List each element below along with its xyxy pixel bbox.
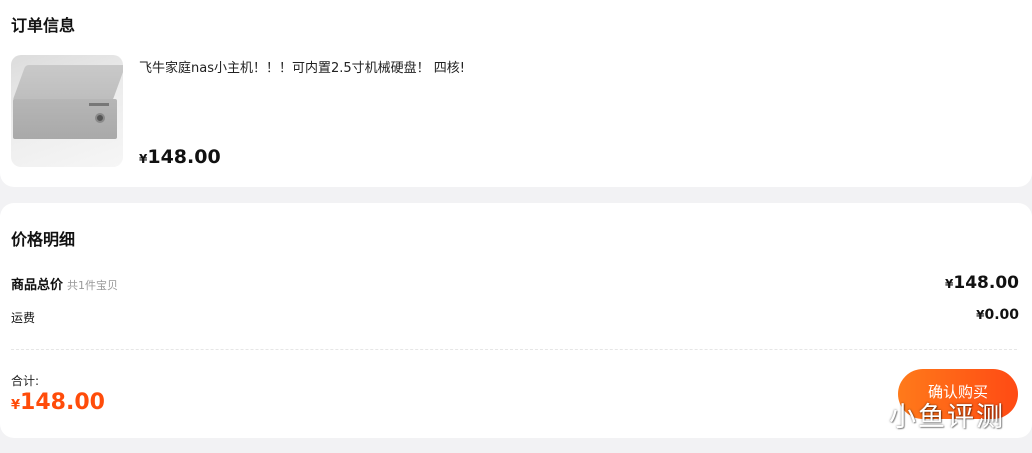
currency-symbol: ¥ [11, 398, 21, 413]
watermark-text: 小鱼评测 [889, 402, 1005, 433]
goods-total-amount: 148.00 [953, 273, 1019, 293]
dashed-divider [11, 349, 1017, 350]
price-detail-card: 价格明细 商品总价 共1件宝贝 ¥148.00 运费 ¥0.00 合计: ¥148… [0, 203, 1032, 438]
price-detail-title: 价格明细 [11, 230, 76, 249]
order-info-card: 订单信息 飞牛家庭nas小主机！！！可内置2.5寸机械硬盘！ 四核! ¥148.… [0, 0, 1032, 187]
product-thumbnail[interactable] [11, 55, 123, 167]
goods-total-row-label: 商品总价 共1件宝贝 [11, 274, 118, 293]
goods-count-label: 共1件宝贝 [67, 279, 119, 292]
shipping-label: 运费 [11, 311, 36, 325]
device-logo-shape [89, 103, 109, 106]
product-price-value: 148.00 [147, 146, 221, 168]
goods-total-label: 商品总价 [11, 278, 64, 293]
product-price: ¥148.00 [139, 146, 221, 168]
product-title[interactable]: 飞牛家庭nas小主机！！！可内置2.5寸机械硬盘！ 四核! [139, 57, 465, 76]
device-power-button-shape [95, 113, 105, 123]
shipping-value: ¥0.00 [976, 307, 1019, 323]
total-amount: 148.00 [20, 390, 105, 415]
total-value: ¥148.00 [11, 390, 105, 415]
shipping-amount: 0.00 [984, 307, 1019, 323]
device-top-shape [12, 65, 123, 101]
goods-total-value: ¥148.00 [945, 273, 1019, 293]
order-info-title: 订单信息 [11, 16, 76, 35]
total-label: 合计: [11, 374, 40, 388]
